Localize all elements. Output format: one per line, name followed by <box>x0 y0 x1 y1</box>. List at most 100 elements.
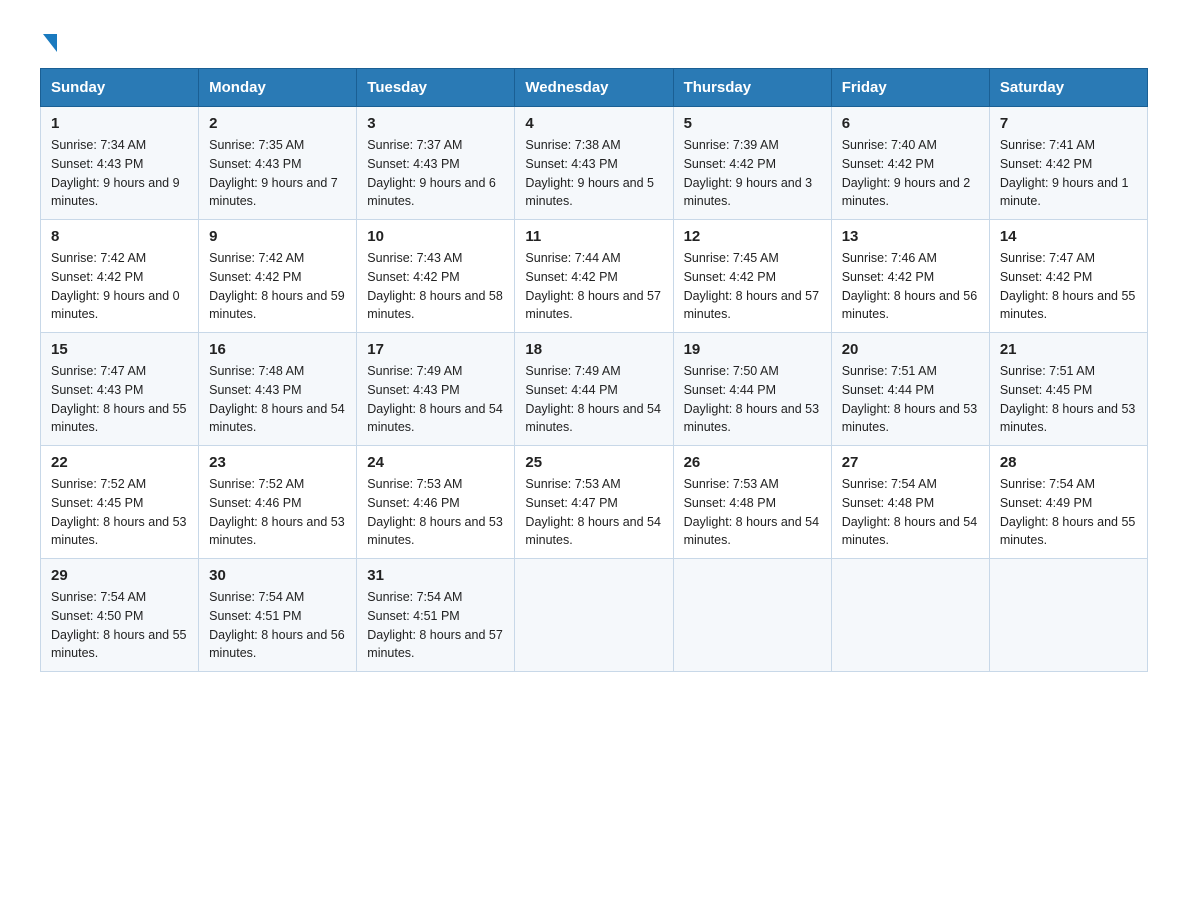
day-number: 23 <box>209 454 346 471</box>
calendar-cell: 19 Sunrise: 7:50 AMSunset: 4:44 PMDaylig… <box>673 333 831 446</box>
day-number: 4 <box>525 115 662 132</box>
calendar-table: SundayMondayTuesdayWednesdayThursdayFrid… <box>40 68 1148 672</box>
day-number: 26 <box>684 454 821 471</box>
day-info: Sunrise: 7:51 AMSunset: 4:45 PMDaylight:… <box>1000 364 1136 434</box>
calendar-week-row: 22 Sunrise: 7:52 AMSunset: 4:45 PMDaylig… <box>41 446 1148 559</box>
calendar-cell: 23 Sunrise: 7:52 AMSunset: 4:46 PMDaylig… <box>199 446 357 559</box>
day-number: 24 <box>367 454 504 471</box>
day-info: Sunrise: 7:45 AMSunset: 4:42 PMDaylight:… <box>684 251 820 321</box>
day-info: Sunrise: 7:53 AMSunset: 4:46 PMDaylight:… <box>367 477 503 547</box>
day-info: Sunrise: 7:54 AMSunset: 4:50 PMDaylight:… <box>51 590 187 660</box>
day-info: Sunrise: 7:54 AMSunset: 4:48 PMDaylight:… <box>842 477 978 547</box>
day-number: 29 <box>51 567 188 584</box>
day-info: Sunrise: 7:42 AMSunset: 4:42 PMDaylight:… <box>209 251 345 321</box>
logo-arrow-icon <box>43 34 57 52</box>
day-header-sunday: Sunday <box>41 69 199 107</box>
calendar-cell: 20 Sunrise: 7:51 AMSunset: 4:44 PMDaylig… <box>831 333 989 446</box>
day-number: 18 <box>525 341 662 358</box>
calendar-cell <box>673 559 831 672</box>
calendar-week-row: 15 Sunrise: 7:47 AMSunset: 4:43 PMDaylig… <box>41 333 1148 446</box>
calendar-cell: 2 Sunrise: 7:35 AMSunset: 4:43 PMDayligh… <box>199 107 357 220</box>
days-header-row: SundayMondayTuesdayWednesdayThursdayFrid… <box>41 69 1148 107</box>
day-number: 11 <box>525 228 662 245</box>
day-number: 25 <box>525 454 662 471</box>
day-info: Sunrise: 7:44 AMSunset: 4:42 PMDaylight:… <box>525 251 661 321</box>
day-header-thursday: Thursday <box>673 69 831 107</box>
calendar-cell: 18 Sunrise: 7:49 AMSunset: 4:44 PMDaylig… <box>515 333 673 446</box>
calendar-cell: 13 Sunrise: 7:46 AMSunset: 4:42 PMDaylig… <box>831 220 989 333</box>
calendar-cell: 9 Sunrise: 7:42 AMSunset: 4:42 PMDayligh… <box>199 220 357 333</box>
day-number: 16 <box>209 341 346 358</box>
calendar-cell: 12 Sunrise: 7:45 AMSunset: 4:42 PMDaylig… <box>673 220 831 333</box>
day-info: Sunrise: 7:47 AMSunset: 4:43 PMDaylight:… <box>51 364 187 434</box>
calendar-cell: 14 Sunrise: 7:47 AMSunset: 4:42 PMDaylig… <box>989 220 1147 333</box>
calendar-cell: 4 Sunrise: 7:38 AMSunset: 4:43 PMDayligh… <box>515 107 673 220</box>
day-info: Sunrise: 7:50 AMSunset: 4:44 PMDaylight:… <box>684 364 820 434</box>
calendar-cell: 15 Sunrise: 7:47 AMSunset: 4:43 PMDaylig… <box>41 333 199 446</box>
logo <box>40 30 57 48</box>
calendar-cell: 6 Sunrise: 7:40 AMSunset: 4:42 PMDayligh… <box>831 107 989 220</box>
day-number: 27 <box>842 454 979 471</box>
day-number: 3 <box>367 115 504 132</box>
day-info: Sunrise: 7:53 AMSunset: 4:48 PMDaylight:… <box>684 477 820 547</box>
day-number: 8 <box>51 228 188 245</box>
day-number: 14 <box>1000 228 1137 245</box>
day-info: Sunrise: 7:34 AMSunset: 4:43 PMDaylight:… <box>51 138 180 208</box>
day-info: Sunrise: 7:42 AMSunset: 4:42 PMDaylight:… <box>51 251 180 321</box>
calendar-cell: 8 Sunrise: 7:42 AMSunset: 4:42 PMDayligh… <box>41 220 199 333</box>
day-info: Sunrise: 7:52 AMSunset: 4:46 PMDaylight:… <box>209 477 345 547</box>
day-number: 19 <box>684 341 821 358</box>
day-info: Sunrise: 7:37 AMSunset: 4:43 PMDaylight:… <box>367 138 496 208</box>
calendar-cell: 31 Sunrise: 7:54 AMSunset: 4:51 PMDaylig… <box>357 559 515 672</box>
calendar-week-row: 29 Sunrise: 7:54 AMSunset: 4:50 PMDaylig… <box>41 559 1148 672</box>
day-info: Sunrise: 7:54 AMSunset: 4:49 PMDaylight:… <box>1000 477 1136 547</box>
calendar-cell: 16 Sunrise: 7:48 AMSunset: 4:43 PMDaylig… <box>199 333 357 446</box>
calendar-cell: 17 Sunrise: 7:49 AMSunset: 4:43 PMDaylig… <box>357 333 515 446</box>
calendar-cell <box>515 559 673 672</box>
calendar-cell: 1 Sunrise: 7:34 AMSunset: 4:43 PMDayligh… <box>41 107 199 220</box>
day-number: 10 <box>367 228 504 245</box>
day-info: Sunrise: 7:52 AMSunset: 4:45 PMDaylight:… <box>51 477 187 547</box>
day-number: 6 <box>842 115 979 132</box>
day-number: 9 <box>209 228 346 245</box>
day-number: 20 <box>842 341 979 358</box>
day-info: Sunrise: 7:54 AMSunset: 4:51 PMDaylight:… <box>209 590 345 660</box>
calendar-week-row: 8 Sunrise: 7:42 AMSunset: 4:42 PMDayligh… <box>41 220 1148 333</box>
calendar-cell: 3 Sunrise: 7:37 AMSunset: 4:43 PMDayligh… <box>357 107 515 220</box>
day-info: Sunrise: 7:38 AMSunset: 4:43 PMDaylight:… <box>525 138 654 208</box>
day-number: 12 <box>684 228 821 245</box>
day-number: 17 <box>367 341 504 358</box>
day-info: Sunrise: 7:49 AMSunset: 4:43 PMDaylight:… <box>367 364 503 434</box>
calendar-cell: 11 Sunrise: 7:44 AMSunset: 4:42 PMDaylig… <box>515 220 673 333</box>
day-info: Sunrise: 7:46 AMSunset: 4:42 PMDaylight:… <box>842 251 978 321</box>
day-number: 7 <box>1000 115 1137 132</box>
page-header <box>40 30 1148 48</box>
day-number: 13 <box>842 228 979 245</box>
calendar-cell: 25 Sunrise: 7:53 AMSunset: 4:47 PMDaylig… <box>515 446 673 559</box>
day-info: Sunrise: 7:41 AMSunset: 4:42 PMDaylight:… <box>1000 138 1129 208</box>
day-number: 28 <box>1000 454 1137 471</box>
day-info: Sunrise: 7:39 AMSunset: 4:42 PMDaylight:… <box>684 138 813 208</box>
calendar-cell: 22 Sunrise: 7:52 AMSunset: 4:45 PMDaylig… <box>41 446 199 559</box>
calendar-cell: 5 Sunrise: 7:39 AMSunset: 4:42 PMDayligh… <box>673 107 831 220</box>
day-info: Sunrise: 7:47 AMSunset: 4:42 PMDaylight:… <box>1000 251 1136 321</box>
day-header-wednesday: Wednesday <box>515 69 673 107</box>
day-info: Sunrise: 7:51 AMSunset: 4:44 PMDaylight:… <box>842 364 978 434</box>
calendar-cell: 30 Sunrise: 7:54 AMSunset: 4:51 PMDaylig… <box>199 559 357 672</box>
day-info: Sunrise: 7:49 AMSunset: 4:44 PMDaylight:… <box>525 364 661 434</box>
calendar-cell: 24 Sunrise: 7:53 AMSunset: 4:46 PMDaylig… <box>357 446 515 559</box>
day-number: 22 <box>51 454 188 471</box>
calendar-cell <box>989 559 1147 672</box>
day-number: 30 <box>209 567 346 584</box>
day-info: Sunrise: 7:40 AMSunset: 4:42 PMDaylight:… <box>842 138 971 208</box>
day-number: 15 <box>51 341 188 358</box>
day-header-monday: Monday <box>199 69 357 107</box>
day-header-saturday: Saturday <box>989 69 1147 107</box>
day-number: 2 <box>209 115 346 132</box>
calendar-cell: 7 Sunrise: 7:41 AMSunset: 4:42 PMDayligh… <box>989 107 1147 220</box>
day-info: Sunrise: 7:43 AMSunset: 4:42 PMDaylight:… <box>367 251 503 321</box>
day-number: 31 <box>367 567 504 584</box>
calendar-cell: 28 Sunrise: 7:54 AMSunset: 4:49 PMDaylig… <box>989 446 1147 559</box>
calendar-cell: 27 Sunrise: 7:54 AMSunset: 4:48 PMDaylig… <box>831 446 989 559</box>
day-info: Sunrise: 7:53 AMSunset: 4:47 PMDaylight:… <box>525 477 661 547</box>
